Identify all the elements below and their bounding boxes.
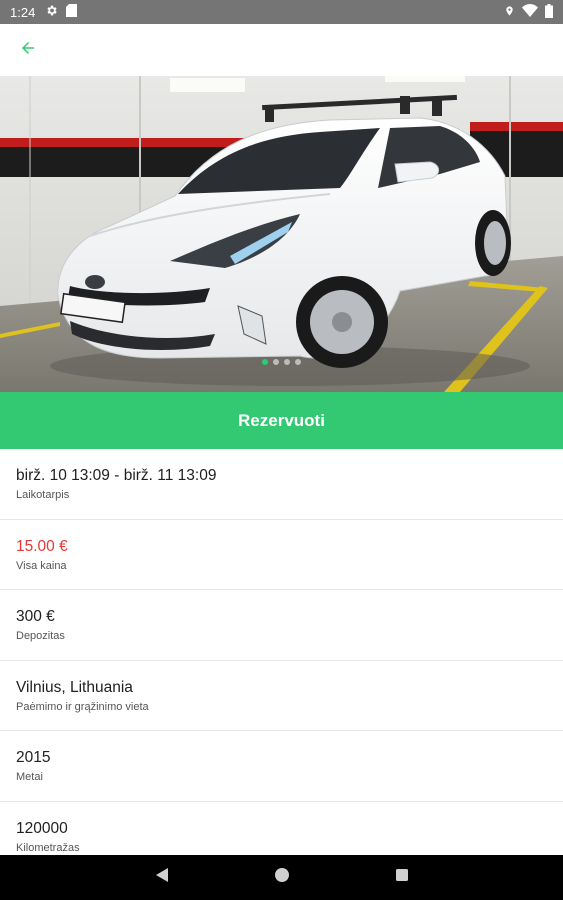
- status-bar: 1:24: [0, 0, 563, 24]
- app-bar: [0, 24, 563, 76]
- year-value: 2015: [16, 749, 51, 766]
- status-time: 1:24: [10, 4, 36, 20]
- deposit-label: Depozitas: [16, 630, 65, 642]
- arrow-left-icon: [19, 39, 37, 62]
- detail-mileage: 120000 Kilometražas: [0, 802, 563, 856]
- deposit-value: 300 €: [16, 608, 55, 625]
- gear-icon: [45, 4, 58, 20]
- gallery-dot: [295, 359, 301, 365]
- recents-square-icon: [395, 868, 409, 887]
- nav-back-button[interactable]: [150, 866, 174, 890]
- mileage-label: Kilometražas: [16, 841, 80, 854]
- wifi-icon: [522, 4, 538, 20]
- nav-recents-button[interactable]: [390, 866, 414, 890]
- detail-deposit: 300 € Depozitas: [0, 590, 563, 661]
- car-details-list: birž. 10 13:09 - birž. 11 13:09 Laikotar…: [0, 449, 563, 855]
- detail-rental-period: birž. 10 13:09 - birž. 11 13:09 Laikotar…: [0, 449, 563, 520]
- total-price-value: 15.00 €: [16, 537, 68, 555]
- nav-home-button[interactable]: [270, 866, 294, 890]
- back-triangle-icon: [155, 867, 169, 888]
- year-label: Metai: [16, 771, 43, 783]
- car-photo-gallery[interactable]: [0, 76, 563, 392]
- sim-card-icon: [66, 4, 78, 20]
- location-icon: [504, 4, 515, 21]
- pickup-location-value: Vilnius, Lithuania: [16, 678, 133, 696]
- home-circle-icon: [274, 867, 290, 888]
- pickup-location-label: Paėmimo ir grąžinimo vieta: [16, 700, 149, 713]
- gallery-page-indicator: [0, 359, 563, 365]
- mileage-value: 120000: [16, 819, 68, 837]
- gallery-dot: [273, 359, 279, 365]
- battery-icon: [545, 3, 553, 21]
- car-photo: [0, 76, 563, 392]
- back-button[interactable]: [14, 36, 42, 64]
- total-price-label: Visa kaina: [16, 559, 67, 572]
- gallery-dot: [262, 359, 268, 365]
- gallery-dot: [284, 359, 290, 365]
- detail-total-price: 15.00 € Visa kaina: [0, 520, 563, 590]
- detail-year: 2015 Metai: [0, 731, 563, 802]
- system-nav-bar: [0, 855, 563, 900]
- reserve-button[interactable]: Rezervuoti: [0, 392, 563, 449]
- rental-period-value: birž. 10 13:09 - birž. 11 13:09: [16, 467, 217, 484]
- detail-pickup-location: Vilnius, Lithuania Paėmimo ir grąžinimo …: [0, 661, 563, 731]
- rental-period-label: Laikotarpis: [16, 489, 70, 501]
